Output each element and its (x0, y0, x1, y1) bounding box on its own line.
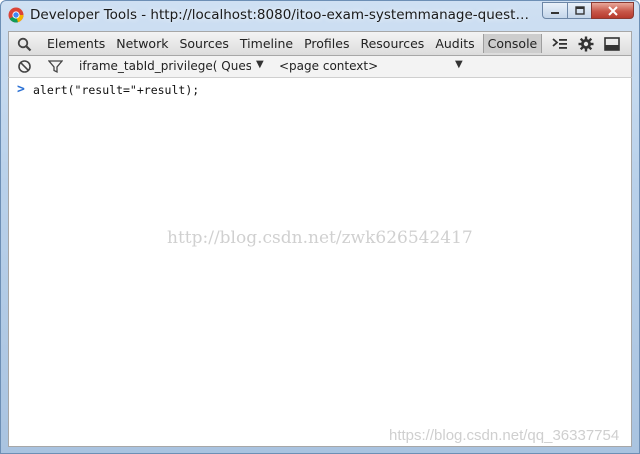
execute-drawer-icon[interactable] (547, 35, 573, 53)
window-controls (542, 2, 634, 19)
console-prompt-icon: > (17, 82, 25, 97)
watermark-center: http://blog.csdn.net/zwk626542417 (167, 228, 473, 248)
dock-icon[interactable] (599, 35, 625, 53)
frame-select-dropdown-icon[interactable]: ▼ (256, 59, 264, 70)
gear-icon[interactable] (573, 35, 599, 53)
frame-select[interactable]: iframe_tabId_privilege( Question (79, 59, 251, 73)
maximize-icon (574, 6, 585, 15)
minimize-icon (551, 11, 559, 14)
title-bar[interactable]: Developer Tools - http://localhost:8080/… (1, 1, 639, 31)
maximize-button[interactable] (567, 2, 592, 19)
console-filter-bar: iframe_tabId_privilege( Question ▼ <page… (8, 56, 632, 78)
window-title: Developer Tools - http://localhost:8080/… (30, 7, 532, 23)
context-select[interactable]: <page context> (279, 59, 378, 73)
tab-console[interactable]: Console (482, 34, 543, 53)
tab-timeline[interactable]: Timeline (236, 34, 297, 53)
panel-tabs: Elements Network Sources Timeline Profil… (43, 32, 545, 55)
tab-audits[interactable]: Audits (431, 34, 478, 53)
toolbar-right-icons (547, 35, 625, 53)
tab-elements[interactable]: Elements (43, 34, 109, 53)
clear-console-icon[interactable] (17, 59, 32, 78)
close-button[interactable] (591, 2, 634, 19)
tab-profiles[interactable]: Profiles (300, 34, 353, 53)
console-input[interactable]: alert("result="+result); (33, 83, 199, 97)
console-output[interactable]: > alert("result="+result); http://blog.c… (8, 78, 632, 447)
close-icon (607, 5, 618, 16)
search-icon[interactable] (17, 37, 32, 56)
watermark-corner: https://blog.csdn.net/qq_36337754 (389, 427, 620, 444)
context-select-dropdown-icon[interactable]: ▼ (455, 59, 463, 70)
tab-resources[interactable]: Resources (356, 34, 428, 53)
tab-sources[interactable]: Sources (175, 34, 232, 53)
tab-network[interactable]: Network (112, 34, 172, 53)
devtools-toolbar: Elements Network Sources Timeline Profil… (8, 31, 632, 56)
chrome-logo-icon (8, 7, 24, 23)
filter-icon[interactable] (47, 59, 64, 78)
minimize-button[interactable] (542, 2, 568, 19)
devtools-window: Developer Tools - http://localhost:8080/… (0, 0, 640, 454)
